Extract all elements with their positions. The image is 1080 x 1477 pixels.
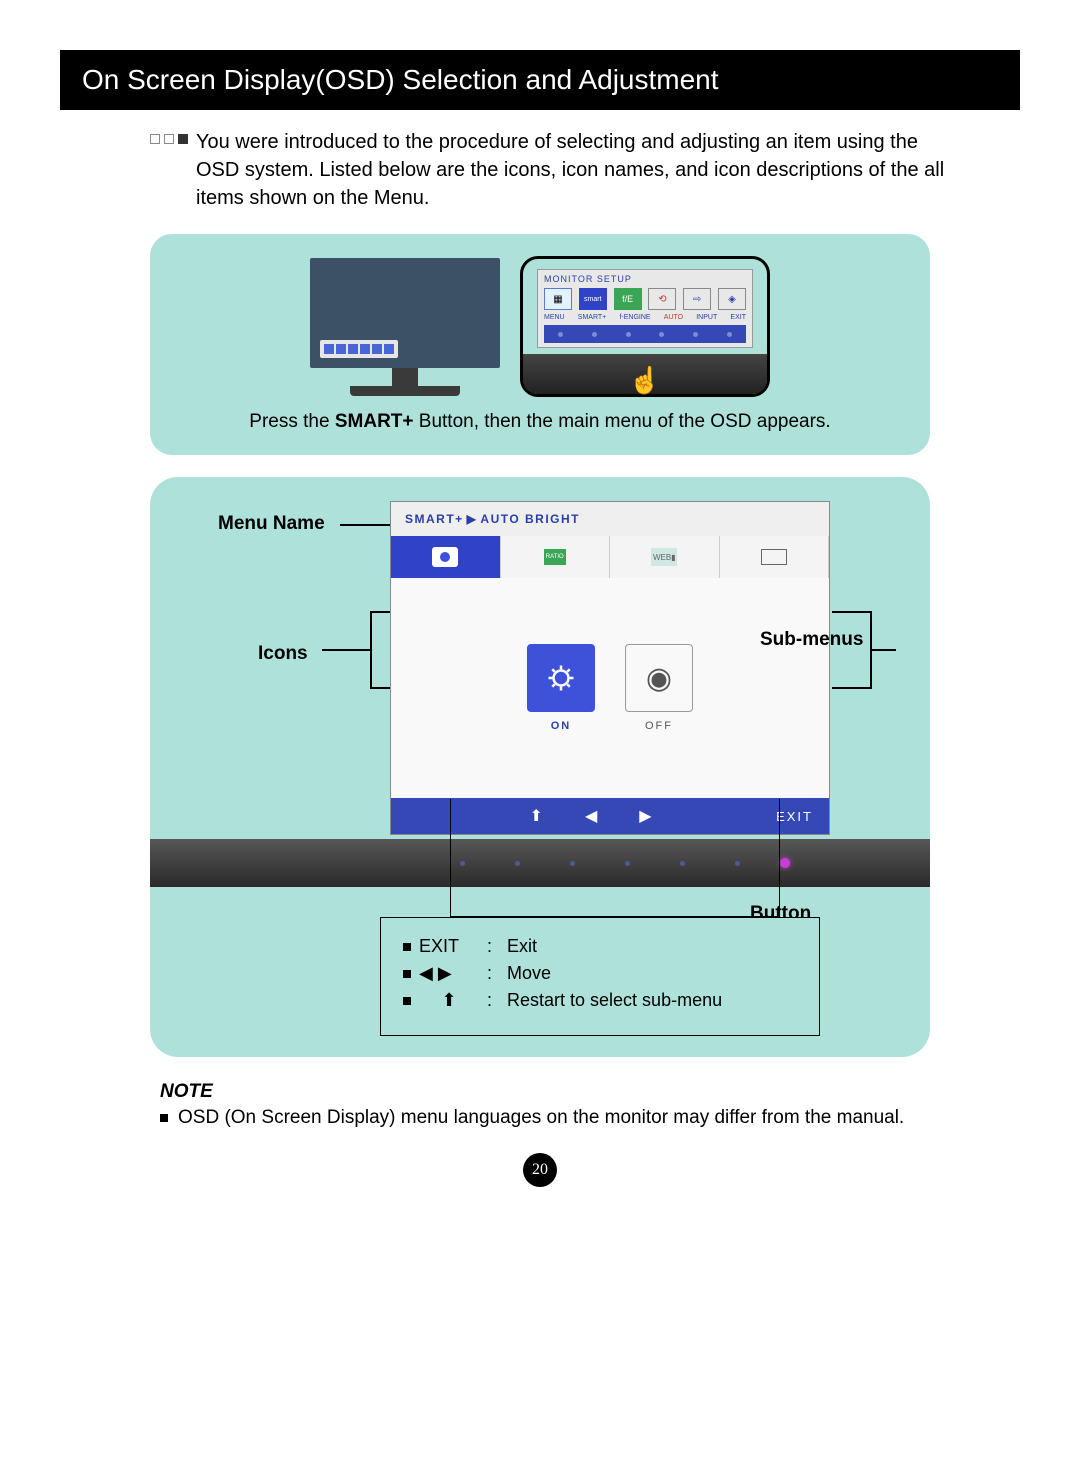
bulb-off-icon: ◉ bbox=[646, 661, 672, 696]
page-title: On Screen Display(OSD) Selection and Adj… bbox=[60, 50, 1020, 110]
page-number: 20 bbox=[523, 1153, 557, 1187]
tab-original-ratio[interactable]: RATIO bbox=[501, 536, 611, 578]
menu-icon: ▦ bbox=[544, 288, 572, 310]
zoom-osd-panel: MONITOR SETUP ▦ smart f/E ⟲ ⇨ ◈ MENU SMA… bbox=[537, 269, 753, 348]
top-illustration-panel: MONITOR SETUP ▦ smart f/E ⟲ ⇨ ◈ MENU SMA… bbox=[150, 234, 930, 455]
fengine-icon: f/E bbox=[614, 288, 642, 310]
cinema-icon bbox=[761, 549, 787, 565]
nav-up-icon[interactable]: ⬆ bbox=[530, 806, 545, 826]
tip-exit-desc: Exit bbox=[507, 936, 537, 957]
mini-osd-bar bbox=[320, 340, 398, 358]
osd-tabs: RATIO WEB▮ bbox=[391, 536, 829, 578]
note-section: NOTE OSD (On Screen Display) menu langua… bbox=[60, 1081, 1020, 1129]
label-on: ON bbox=[551, 720, 572, 732]
nav-left-icon[interactable]: ◀ bbox=[585, 806, 599, 826]
input-icon: ⇨ bbox=[683, 288, 711, 310]
bright-icon bbox=[432, 547, 458, 567]
label-menu-name: Menu Name bbox=[218, 513, 325, 535]
auto-icon: ⟲ bbox=[648, 288, 676, 310]
zoom-icon-labels: MENU SMART+ f-ENGINE AUTO INPUT EXIT bbox=[544, 314, 746, 321]
tip-move-desc: Move bbox=[507, 963, 551, 984]
osd-nav-bar: ⬆ ◀ ▶ EXIT bbox=[391, 798, 829, 834]
monitor-bezel bbox=[150, 839, 930, 887]
tip-exit-key: EXIT bbox=[419, 936, 479, 957]
tab-auto-bright[interactable] bbox=[391, 536, 501, 578]
label-off: OFF bbox=[645, 720, 673, 732]
bulb-on-icon bbox=[546, 663, 576, 693]
monitor-illustration bbox=[310, 258, 500, 396]
tip-restart-key: ⬆ bbox=[419, 990, 479, 1011]
hand-cursor-icon: ☝ bbox=[629, 365, 661, 396]
power-led-icon bbox=[780, 858, 790, 868]
submenu-on[interactable] bbox=[527, 644, 595, 712]
ratio-icon: RATIO bbox=[544, 549, 566, 565]
tip-restart-desc: Restart to select sub-menu bbox=[507, 990, 722, 1011]
intro-paragraph: You were introduced to the procedure of … bbox=[60, 128, 1020, 212]
osd-breadcrumb: SMART+▶AUTO BRIGHT bbox=[391, 502, 829, 536]
exit-icon: ◈ bbox=[718, 288, 746, 310]
main-osd-panel: SMART+▶AUTO BRIGHT RATIO WEB▮ bbox=[150, 477, 930, 1057]
intro-text: You were introduced to the procedure of … bbox=[196, 128, 956, 212]
tab-dual-web[interactable]: WEB▮ bbox=[610, 536, 720, 578]
smart-icon: smart bbox=[579, 288, 607, 310]
nav-exit[interactable]: EXIT bbox=[776, 809, 813, 824]
top-caption: Press the SMART+ Button, then the main m… bbox=[172, 411, 908, 433]
bullet-squares bbox=[150, 128, 188, 144]
zoom-button-row bbox=[544, 325, 746, 343]
submenu-off[interactable]: ◉ bbox=[625, 644, 693, 712]
tab-cinema[interactable] bbox=[720, 536, 830, 578]
note-label: NOTE bbox=[160, 1081, 920, 1103]
tip-move-key: ◀ ▶ bbox=[419, 963, 479, 984]
button-tip-box: EXIT : Exit ◀ ▶ : Move ⬆ : Restart to se… bbox=[380, 917, 820, 1036]
note-text: OSD (On Screen Display) menu languages o… bbox=[178, 1107, 904, 1129]
zoom-callout: MONITOR SETUP ▦ smart f/E ⟲ ⇨ ◈ MENU SMA… bbox=[520, 256, 770, 397]
zoom-bezel: ☝ bbox=[523, 354, 767, 394]
label-icons: Icons bbox=[258, 643, 308, 665]
osd-body: ON ◉ OFF bbox=[391, 578, 829, 798]
nav-right-icon[interactable]: ▶ bbox=[639, 806, 653, 826]
zoom-osd-title: MONITOR SETUP bbox=[544, 274, 746, 284]
osd-screen: SMART+▶AUTO BRIGHT RATIO WEB▮ bbox=[390, 501, 830, 835]
web-icon: WEB▮ bbox=[651, 548, 677, 566]
manual-page: On Screen Display(OSD) Selection and Adj… bbox=[0, 0, 1080, 1217]
